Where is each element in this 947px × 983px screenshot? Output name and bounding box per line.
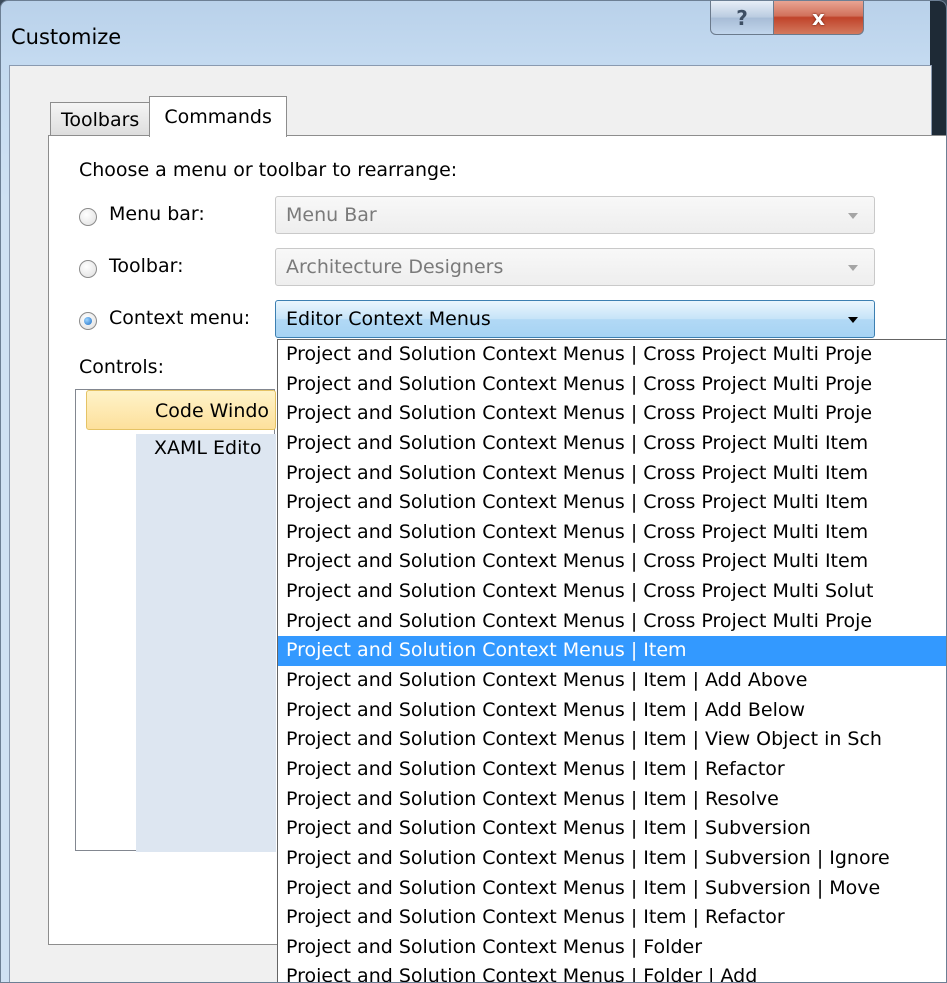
context-menu-dropdown-list[interactable]: Project and Solution Context Menus | Cro… xyxy=(277,339,946,982)
dropdown-item[interactable]: Project and Solution Context Menus | Ite… xyxy=(278,785,946,815)
menu-bar-radio[interactable] xyxy=(79,208,97,226)
dropdown-item[interactable]: Project and Solution Context Menus | Ite… xyxy=(278,844,946,874)
customize-dialog: Customize ? x Toolbars Commands Choose a… xyxy=(0,0,947,983)
dropdown-item[interactable]: Project and Solution Context Menus | Cro… xyxy=(278,429,946,459)
help-icon: ? xyxy=(736,5,748,30)
menu-bar-value: Menu Bar xyxy=(286,204,377,226)
context-menu-value: Editor Context Menus xyxy=(286,308,491,330)
controls-item-xaml-editor[interactable]: XAML Edito xyxy=(86,428,276,468)
chevron-down-icon xyxy=(848,265,858,271)
tab-strip: Toolbars Commands xyxy=(50,96,287,137)
controls-list[interactable]: Code Windo XAML Edito xyxy=(75,389,276,852)
dropdown-item[interactable]: Project and Solution Context Menus | Fol… xyxy=(278,933,946,963)
controls-label: Controls: xyxy=(79,356,164,378)
dropdown-item[interactable]: Project and Solution Context Menus | Cro… xyxy=(278,340,946,370)
dropdown-item[interactable]: Project and Solution Context Menus | Cro… xyxy=(278,547,946,577)
toolbar-combo[interactable]: Architecture Designers xyxy=(275,248,875,286)
help-button[interactable]: ? xyxy=(710,1,774,35)
toolbar-radio[interactable] xyxy=(79,260,97,278)
choose-label: Choose a menu or toolbar to rearrange: xyxy=(79,159,458,181)
menu-bar-combo[interactable]: Menu Bar xyxy=(275,196,875,234)
dropdown-item[interactable]: Project and Solution Context Menus | Cro… xyxy=(278,370,946,400)
close-button[interactable]: x xyxy=(774,1,864,35)
toolbar-label: Toolbar: xyxy=(109,255,184,277)
dialog-title: Customize xyxy=(11,25,122,49)
dropdown-item[interactable]: Project and Solution Context Menus | Ite… xyxy=(278,814,946,844)
dropdown-item[interactable]: Project and Solution Context Menus | Cro… xyxy=(278,399,946,429)
tab-commands[interactable]: Commands xyxy=(149,96,287,137)
controls-item-code-window[interactable]: Code Windo xyxy=(86,390,276,430)
dropdown-item[interactable]: Project and Solution Context Menus | Cro… xyxy=(278,607,946,637)
caption-buttons: ? x xyxy=(710,1,864,35)
chevron-down-icon xyxy=(848,317,858,323)
context-menu-label: Context menu: xyxy=(109,307,251,329)
dropdown-item[interactable]: Project and Solution Context Menus | Cro… xyxy=(278,459,946,489)
context-menu-combo[interactable]: Editor Context Menus xyxy=(275,300,875,338)
dropdown-item[interactable]: Project and Solution Context Menus | Cro… xyxy=(278,518,946,548)
menu-bar-label: Menu bar: xyxy=(109,203,205,225)
dropdown-item[interactable]: Project and Solution Context Menus | Ite… xyxy=(278,636,946,667)
dropdown-item[interactable]: Project and Solution Context Menus | Ite… xyxy=(278,696,946,726)
toolbar-value: Architecture Designers xyxy=(286,256,504,278)
controls-list-background xyxy=(136,434,276,852)
dropdown-item[interactable]: Project and Solution Context Menus | Ite… xyxy=(278,903,946,933)
close-icon: x xyxy=(812,5,825,30)
context-menu-radio[interactable] xyxy=(79,312,97,330)
chevron-down-icon xyxy=(848,213,858,219)
dropdown-item[interactable]: Project and Solution Context Menus | Ite… xyxy=(278,874,946,904)
dropdown-item[interactable]: Project and Solution Context Menus | Fol… xyxy=(278,962,946,982)
dropdown-item[interactable]: Project and Solution Context Menus | Cro… xyxy=(278,577,946,607)
dropdown-item[interactable]: Project and Solution Context Menus | Ite… xyxy=(278,755,946,785)
dropdown-item[interactable]: Project and Solution Context Menus | Cro… xyxy=(278,488,946,518)
tab-toolbars[interactable]: Toolbars xyxy=(50,102,151,137)
dropdown-item[interactable]: Project and Solution Context Menus | Ite… xyxy=(278,725,946,755)
dropdown-item[interactable]: Project and Solution Context Menus | Ite… xyxy=(278,666,946,696)
